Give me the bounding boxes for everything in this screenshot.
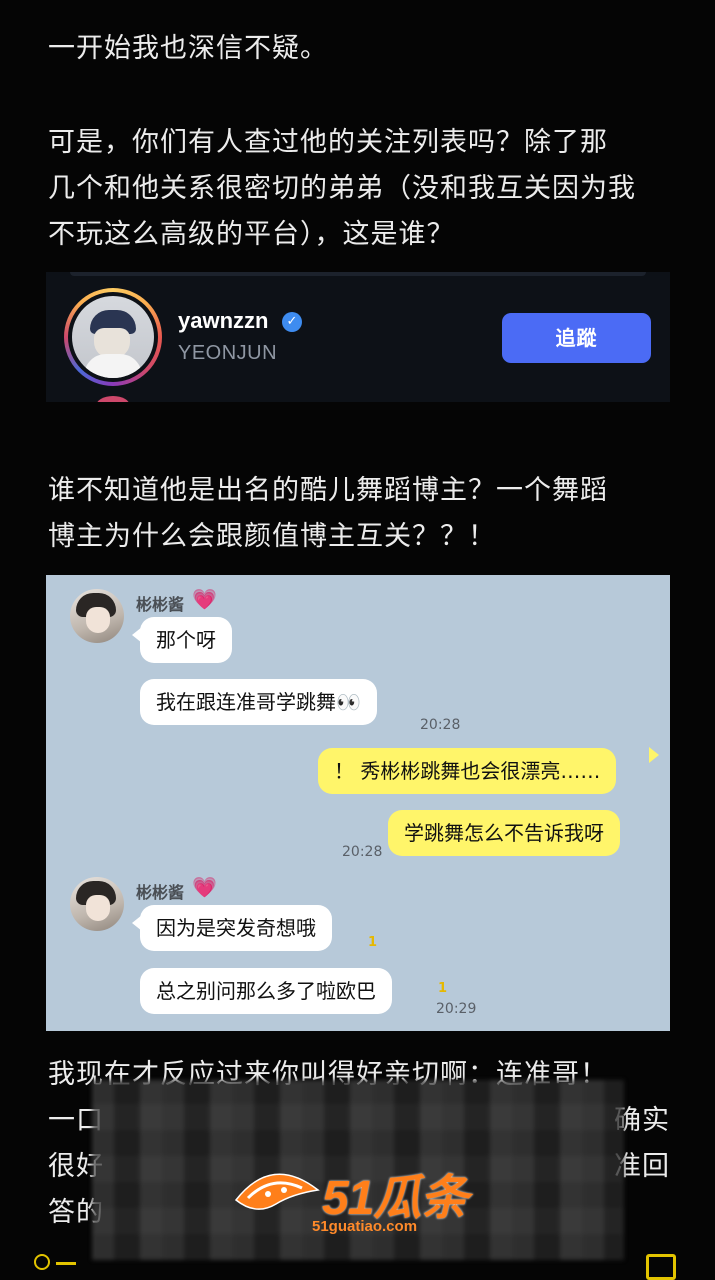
- profile-handle[interactable]: yawnzzn: [178, 308, 268, 334]
- heart-icon: 💗: [192, 587, 217, 611]
- sender-avatar: [70, 877, 124, 931]
- follow-card: yawnzzn ✓ YEONJUN 追蹤: [46, 272, 670, 402]
- post-paragraph-2: 可是，你们有人查过他的关注列表吗？除了那 几个和他关系很密切的弟弟（没和我互关因…: [48, 120, 678, 258]
- profile-avatar[interactable]: [64, 288, 162, 386]
- sender-avatar: [70, 589, 124, 643]
- next-avatar-ring: [96, 396, 130, 402]
- post-paragraph-4-right: 确实 准回: [614, 1098, 684, 1190]
- post-line: 谁不知道他是出名的酷儿舞蹈博主？一个舞蹈: [48, 475, 608, 506]
- watermark-url: 51guatiao.com: [312, 1218, 418, 1235]
- message-time: 20:29: [436, 1001, 477, 1017]
- melon-logo-icon: [234, 1173, 320, 1210]
- site-watermark: 51瓜条 51guatiao.com: [232, 1158, 492, 1238]
- post-paragraph-1: 一开始我也深信不疑。: [48, 26, 678, 72]
- message-bubble: 那个呀: [140, 617, 232, 663]
- message-time: 20:28: [420, 717, 461, 733]
- post-line: 准回: [614, 1151, 670, 1182]
- dash-icon: [56, 1262, 76, 1265]
- sender-name: 彬彬酱: [136, 595, 185, 614]
- message-time: 20:28: [342, 844, 383, 860]
- card-divider: [70, 272, 646, 276]
- post-line: 博主为什么会跟颜值博主互关？？！: [48, 521, 496, 552]
- unread-count: 1: [368, 935, 378, 950]
- unread-count: 1: [438, 981, 448, 996]
- message-bubble: ！ 秀彬彬跳舞也会很漂亮……: [318, 748, 617, 794]
- chat-screenshot: 彬彬酱 💗 那个呀 我在跟连准哥学跳舞👀 20:28 ！ 秀彬彬跳舞也会很漂亮……: [46, 575, 670, 1031]
- check-circle-icon[interactable]: [34, 1254, 50, 1270]
- sender-name: 彬彬酱: [136, 883, 185, 902]
- post-line: 一开始我也深信不疑。: [48, 33, 328, 64]
- heart-icon: 💗: [192, 875, 217, 899]
- message-bubble: 我在跟连准哥学跳舞👀: [140, 679, 377, 725]
- post-paragraph-3: 谁不知道他是出名的酷儿舞蹈博主？一个舞蹈 博主为什么会跟颜值博主互关？？！: [48, 468, 678, 560]
- verified-badge-icon: ✓: [282, 312, 302, 332]
- edit-icon[interactable]: [646, 1254, 676, 1280]
- post-line: 可是，你们有人查过他的关注列表吗？除了那: [48, 127, 608, 158]
- message-bubble: 总之别问那么多了啦欧巴: [140, 968, 392, 1014]
- post-line: 不玩这么高级的平台），这是谁？: [48, 219, 455, 250]
- profile-display-name: YEONJUN: [178, 342, 278, 364]
- post-line: 确实: [614, 1105, 670, 1136]
- bottom-toolbar: [0, 1248, 715, 1280]
- message-bubble: 学跳舞怎么不告诉我呀: [388, 810, 620, 856]
- follow-button[interactable]: 追蹤: [502, 313, 651, 363]
- post-line: 几个和他关系很密切的弟弟（没和我互关因为我: [48, 173, 636, 204]
- message-bubble: 因为是突发奇想哦: [140, 905, 332, 951]
